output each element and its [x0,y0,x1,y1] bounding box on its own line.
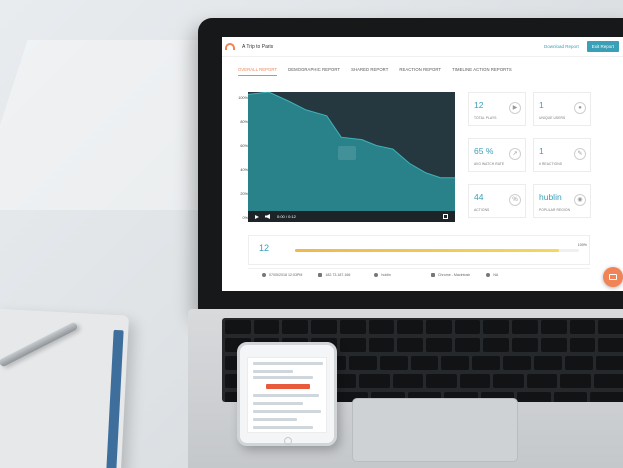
person-icon [486,272,491,277]
y-tick-label: 80% [240,120,248,124]
location-icon: ◉ [574,194,586,206]
tab-timeline-action-reports[interactable]: TIMELINE ACTION REPORTS [452,67,512,76]
stat-value: 44 [474,192,484,202]
progress-fill [295,249,560,252]
clock-icon [262,272,266,277]
stat-value: hublin [539,192,562,202]
info-ip: 182.73.187.166 [318,272,351,277]
stat-label: POPULAR REGION [539,208,571,212]
smartphone [237,342,337,446]
phone-screen [247,357,327,433]
info-text: Chrome - Macintosh [437,272,471,277]
chart-y-axis: 100% 80% 60% 40% 20% 0% [234,94,248,224]
plays-progress-card: 12 100% [248,235,590,265]
info-datetime: 07/05/2018 12:03PM [262,272,303,277]
video-play-overlay[interactable] [338,146,356,160]
stat-popular-region: hublin POPULAR REGION ◉ [533,184,591,218]
exit-report-button[interactable]: Exit Report [586,41,619,52]
y-tick-label: 60% [240,144,248,148]
percent-icon: % [509,194,521,206]
progress-percent: 100% [577,243,587,247]
y-tick-label: 100% [238,96,248,100]
stat-reactions: 1 # REACTIONS ✎ [533,138,591,172]
y-tick-label: 20% [240,192,248,196]
stat-value: 12 [474,100,484,110]
stat-unique-users: 1 UNIQUE USERS ● [533,92,591,126]
play-icon[interactable] [255,214,259,219]
laptop-screen: A Trip to Paris Download Report Exit Rep… [222,37,623,291]
chat-button[interactable] [603,267,623,287]
pin-icon [374,272,379,277]
progress-track [295,249,579,252]
download-report-link[interactable]: Download Report [544,44,579,49]
app-logo-icon [225,43,235,50]
stat-total-plays: 12 TOTAL PLAYS ▶ [468,92,526,126]
session-info-row: 07/05/2018 12:03PM 182.73.187.166 hublin… [248,268,590,280]
stat-value: 1 [539,146,544,156]
reaction-icon: ✎ [574,148,586,160]
app-header: A Trip to Paris Download Report Exit Rep… [222,37,623,57]
info-text: hublin [381,272,391,277]
tab-demographic-report[interactable]: DEMOGRAPHIC REPORT [288,67,340,76]
info-browser: Chrome - Macintosh [430,272,471,277]
stat-label: TOTAL PLAYS [474,116,497,120]
stat-value: 65 % [474,146,494,156]
monitor-icon [430,272,435,277]
progress-value: 12 [259,243,270,253]
stat-label: ACTIONS [474,208,490,212]
fullscreen-icon[interactable] [443,214,448,219]
tab-overall-report[interactable]: OVERALL REPORT [238,67,278,76]
report-title: A Trip to Paris [242,43,274,50]
trackpad [352,398,518,462]
report-tabs: OVERALL REPORT DEMOGRAPHIC REPORT SHARED… [238,67,512,76]
volume-icon[interactable] [265,214,270,219]
info-user: NA [486,272,499,277]
info-text: NA [493,272,499,277]
phone-accent-bar [266,384,310,389]
phone-home-button [284,437,292,445]
video-controls: 0:00 / 0:12 [248,211,455,222]
video-time: 0:00 / 0:12 [277,214,296,219]
stat-avg-watch-rate: 65 % AVG WATCH RATE ↗ [468,138,526,172]
tab-reaction-report[interactable]: REACTION REPORT [399,67,441,76]
tab-shared-report[interactable]: SHARED REPORT [351,67,388,76]
stat-label: UNIQUE USERS [539,116,566,120]
chat-icon [609,274,617,280]
globe-icon [318,272,323,277]
play-icon: ▶ [509,102,521,114]
video-player[interactable]: 0:00 / 0:12 [248,92,455,222]
info-text: 07/05/2018 12:03PM [269,272,303,277]
trend-icon: ↗ [509,148,521,160]
stat-label: # REACTIONS [539,162,563,166]
y-tick-label: 40% [240,168,248,172]
info-text: 182.73.187.166 [325,272,351,277]
stat-label: AVG WATCH RATE [474,162,505,166]
info-city: hublin [374,272,391,277]
stat-value: 1 [539,100,544,110]
stat-actions: 44 ACTIONS % [468,184,526,218]
user-icon: ● [574,102,586,114]
